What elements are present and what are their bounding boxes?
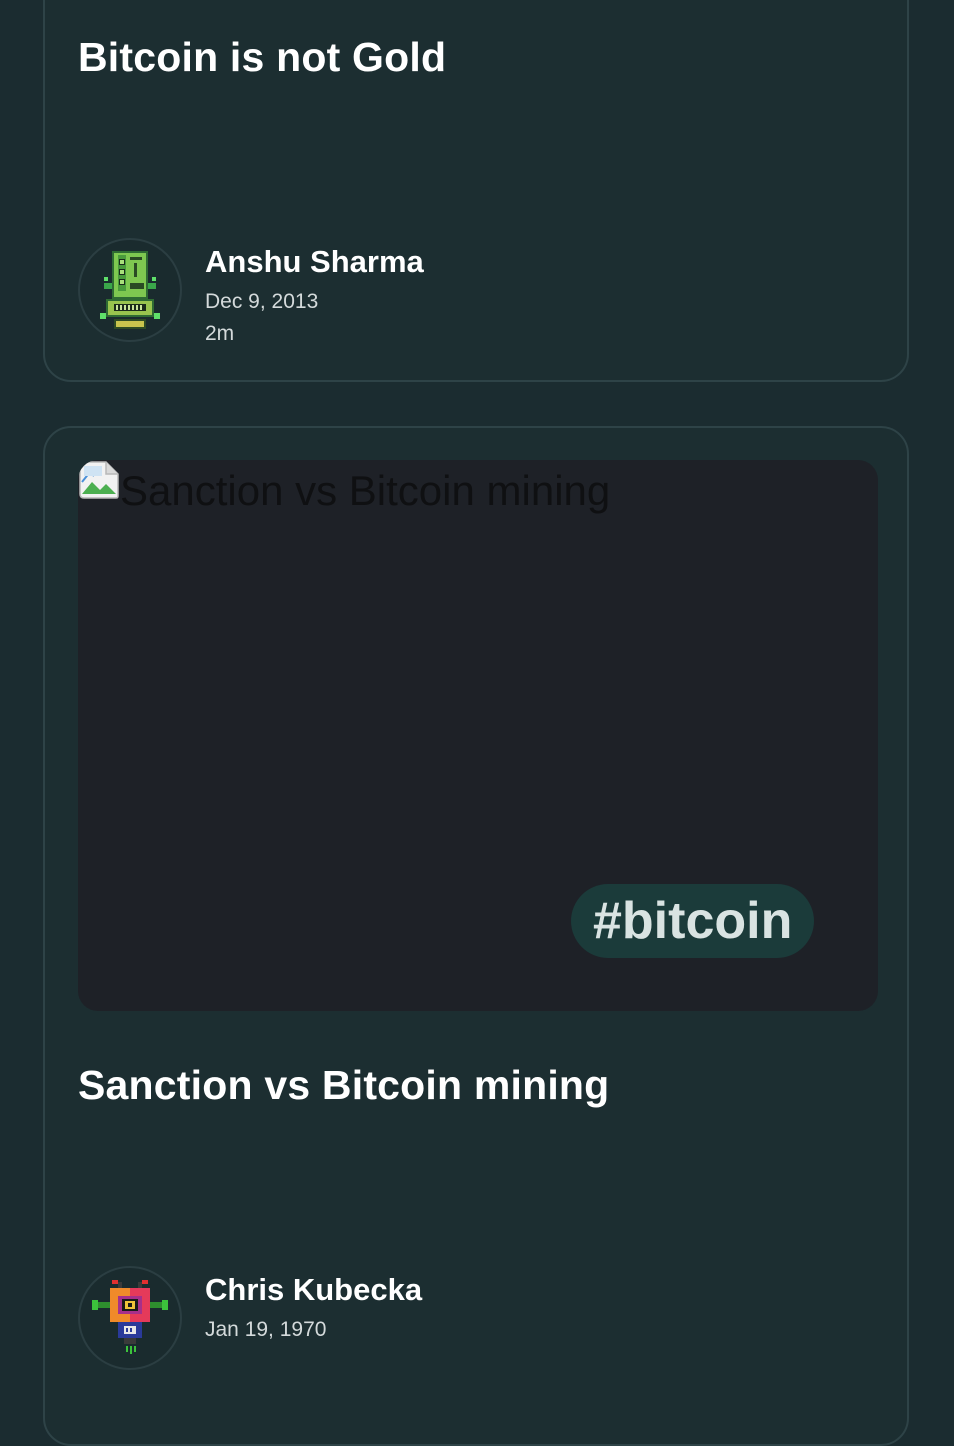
author-info: Anshu Sharma Dec 9, 2013 2m: [78, 238, 424, 346]
author-info: Chris Kubecka Jan 19, 1970: [78, 1266, 422, 1370]
post-title[interactable]: Bitcoin is not Gold: [78, 34, 446, 81]
avatar[interactable]: [78, 1266, 182, 1370]
tag-bitcoin[interactable]: #bitcoin: [571, 884, 815, 958]
broken-image-icon: [79, 461, 119, 499]
image-alt-text: Sanction vs Bitcoin mining: [120, 467, 611, 514]
avatar[interactable]: [78, 238, 182, 342]
rainbow-robot-avatar-icon: [92, 1280, 168, 1354]
post-title[interactable]: Sanction vs Bitcoin mining: [78, 1062, 609, 1109]
author-name[interactable]: Anshu Sharma: [205, 244, 424, 280]
author-meta: Chris Kubecka Jan 19, 1970: [205, 1266, 422, 1342]
author-meta: Anshu Sharma Dec 9, 2013 2m: [205, 238, 424, 346]
post-date: Jan 19, 1970: [205, 1318, 327, 1341]
cover-image[interactable]: Sanction vs Bitcoin mining #bitcoin: [78, 460, 878, 1011]
post-card[interactable]: Bitcoin is not Gold Anshu Sharma Dec 9, …: [43, 0, 909, 382]
green-robot-avatar-icon: [100, 251, 160, 329]
post-card[interactable]: Sanction vs Bitcoin mining #bitcoin Sanc…: [43, 426, 909, 1446]
read-time: 2m: [205, 322, 235, 345]
author-name[interactable]: Chris Kubecka: [205, 1272, 422, 1308]
broken-image: Sanction vs Bitcoin mining: [78, 460, 610, 520]
post-date: Dec 9, 2013: [205, 290, 319, 313]
